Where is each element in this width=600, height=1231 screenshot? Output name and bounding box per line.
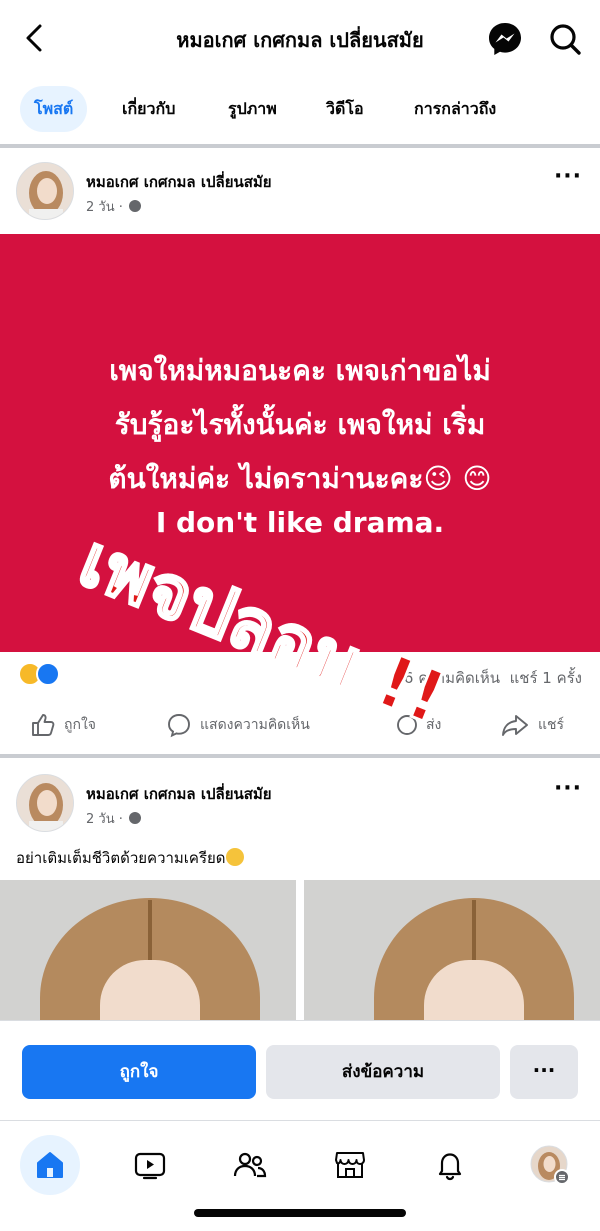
like-action[interactable]: ถูกใจ xyxy=(30,710,96,740)
post-banner: เพจใหม่หมอนะคะ เพจเก่าขอไม่ รับรู้อะไรทั… xyxy=(0,234,600,652)
tab-about[interactable]: เกี่ยวกับ xyxy=(108,86,189,132)
nav-friends[interactable] xyxy=(220,1135,280,1195)
avatar[interactable] xyxy=(16,774,74,832)
home-icon xyxy=(37,1152,63,1178)
like-reaction-icon xyxy=(36,662,60,686)
share-arrow-icon xyxy=(502,715,528,736)
video-icon xyxy=(134,1152,166,1180)
page-tabs: โพสต์ เกี่ยวกับ รูปภาพ วิดีโอ การกล่าวถึ… xyxy=(0,78,600,144)
tab-photos[interactable]: รูปภาพ xyxy=(214,86,291,132)
nav-notifications[interactable] xyxy=(420,1135,480,1195)
messenger-button[interactable] xyxy=(486,20,524,58)
friends-icon xyxy=(233,1152,267,1178)
banner-text: เพจใหม่หมอนะคะ เพจเก่าขอไม่ รับรู้อะไรทั… xyxy=(30,344,570,506)
messenger-icon xyxy=(489,23,521,55)
page-like-button[interactable]: ถูกใจ xyxy=(22,1045,256,1099)
avatar[interactable] xyxy=(16,162,74,220)
messenger-outline-icon xyxy=(397,715,417,735)
like-action-label: ถูกใจ xyxy=(64,717,96,733)
bell-icon xyxy=(438,1153,462,1181)
nav-menu[interactable] xyxy=(520,1135,580,1195)
page-more-button[interactable]: ··· xyxy=(510,1045,578,1099)
comments-count[interactable]: 6 ความคิดเห็น xyxy=(404,669,500,687)
send-action[interactable]: ส่ง xyxy=(396,710,441,740)
nav-video[interactable] xyxy=(120,1135,180,1195)
globe-icon xyxy=(129,200,141,212)
comment-action-label: แสดงความคิดเห็น xyxy=(200,717,310,733)
banner-line: รับรู้อะไรทั้งนั้นค่ะ เพจใหม่ เริ่ม xyxy=(114,408,486,441)
globe-icon xyxy=(129,812,141,824)
smiling-emoji-icon xyxy=(225,848,244,866)
banner-line: เพจใหม่หมอนะคะ เพจเก่าขอไม่ xyxy=(109,354,491,387)
tab-mentions[interactable]: การกล่าวถึง xyxy=(400,86,510,132)
post-photo[interactable] xyxy=(304,880,600,1020)
post-actions: ถูกใจ แสดงความคิดเห็น ส่ง แชร์ xyxy=(0,700,600,750)
post-photo[interactable] xyxy=(0,880,296,1020)
page-header: หมอเกศ เกศกมล เปลี่ยนสมัย xyxy=(0,0,600,78)
nav-home[interactable] xyxy=(20,1135,80,1195)
post-time: 2 วัน · xyxy=(86,196,141,217)
send-message-button[interactable]: ส่งข้อความ xyxy=(266,1045,500,1099)
tab-videos[interactable]: วิดีโอ xyxy=(312,86,378,132)
nav-marketplace[interactable] xyxy=(320,1135,380,1195)
chevron-left-icon xyxy=(26,24,42,52)
profile-avatar-icon xyxy=(530,1145,570,1185)
search-icon xyxy=(550,24,581,55)
comment-icon xyxy=(168,714,190,738)
post-author[interactable]: หมอเกศ เกศกมล เปลี่ยนสมัย xyxy=(86,170,272,194)
post-timestamp: 2 วัน · xyxy=(86,812,123,827)
send-action-label: ส่ง xyxy=(426,717,442,733)
post-header: หมอเกศ เกศกมล เปลี่ยนสมัย 2 วัน · ··· xyxy=(0,150,600,230)
post-more-button[interactable]: ··· xyxy=(548,164,588,190)
banner-english-text: I don't like drama. xyxy=(155,506,445,539)
share-action[interactable]: แชร์ xyxy=(500,710,564,740)
post-caption-text: อย่าเติมเต็มชีวิตด้วยความเครียด xyxy=(16,849,226,867)
post-author[interactable]: หมอเกศ เกศกมล เปลี่ยนสมัย xyxy=(86,782,272,806)
tab-posts[interactable]: โพสต์ xyxy=(20,86,88,132)
engagement-counts[interactable]: 6 ความคิดเห็น แชร์ 1 ครั้ง xyxy=(300,666,582,690)
post-more-button[interactable]: ··· xyxy=(548,776,588,802)
comment-action[interactable]: แสดงความคิดเห็น xyxy=(166,710,310,740)
post-header: หมอเกศ เกศกมล เปลี่ยนสมัย 2 วัน · ··· xyxy=(0,762,600,842)
post-caption: อย่าเติมเต็มชีวิตด้วยความเครียด xyxy=(16,846,244,870)
page-action-bar: ถูกใจ ส่งข้อความ ··· xyxy=(0,1020,600,1120)
back-button[interactable] xyxy=(18,18,52,58)
marketplace-icon xyxy=(335,1152,365,1178)
home-indicator xyxy=(194,1209,406,1217)
share-action-label: แชร์ xyxy=(538,717,565,733)
divider xyxy=(0,144,600,148)
thumbs-up-icon xyxy=(32,714,55,736)
search-button[interactable] xyxy=(546,20,584,58)
shares-count[interactable]: แชร์ 1 ครั้ง xyxy=(510,669,582,687)
divider xyxy=(0,754,600,758)
banner-line: ต้นใหม่ค่ะ ไม่ดราม่านะคะ😉 😊 xyxy=(108,462,492,495)
page-title: หมอเกศ เกศกมล เปลี่ยนสมัย xyxy=(176,28,424,52)
post-timestamp: 2 วัน · xyxy=(86,200,123,215)
post-time: 2 วัน · xyxy=(86,808,141,829)
